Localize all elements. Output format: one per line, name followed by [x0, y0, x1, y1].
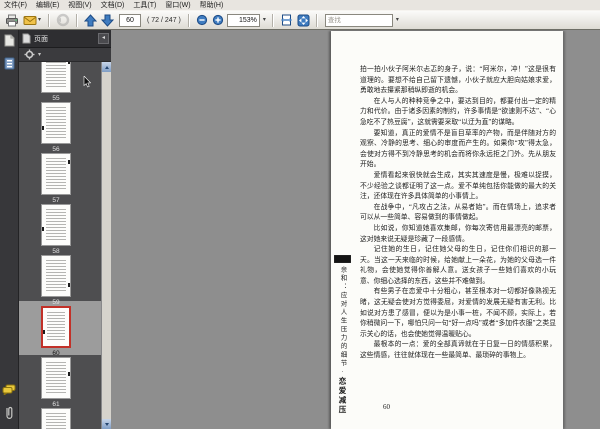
- find-input[interactable]: [324, 13, 393, 27]
- thumbnail-label: 56: [52, 146, 60, 153]
- zoom-level-value: 153%: [238, 16, 257, 24]
- toolbar-separator: [315, 13, 318, 27]
- chapter-margin-tab: 亲和：应对人生压力的细节·恋爱减压: [334, 255, 351, 429]
- thumbnail-list: 55 56 57 58 59 60 61: [19, 62, 111, 429]
- page-thumbnail[interactable]: [41, 204, 71, 246]
- zoom-out-button[interactable]: [195, 12, 209, 28]
- zoom-out-icon: [196, 14, 208, 26]
- toolbar-separator: [187, 13, 190, 27]
- page-thumbnail[interactable]: [41, 357, 71, 399]
- pages-panel-header: 页面 ◂: [19, 30, 111, 48]
- chapter-tab-box: [334, 255, 351, 263]
- scroll-up-button[interactable]: [102, 62, 111, 72]
- pages-panel: 页面 ◂ ▾ 55 56 57 58 59 60 61: [19, 30, 111, 429]
- zoom-level-field[interactable]: 153%: [226, 13, 260, 27]
- toolbar-separator: [48, 13, 51, 27]
- zoom-in-icon: [212, 14, 224, 26]
- thumbnail-label: 55: [52, 95, 60, 102]
- paragraph: 爱情看起来很快就会生成，其实其速度是慢，极难以捉摸，不少经验之谈都证明了这一点。…: [360, 171, 556, 201]
- pdf-page: 亲和：应对人生压力的细节·恋爱减压 拍一拍小伙子阿米尔忐忑的身子，说：“阿米尔，…: [331, 31, 563, 429]
- nav-pane-strip: [0, 30, 19, 429]
- menu-help[interactable]: 帮助(H): [200, 0, 224, 10]
- chapter-tab-text: 亲和：应对人生压力的细节·恋爱减压: [338, 266, 347, 415]
- thumbnail-label: 61: [52, 401, 60, 408]
- pages-panel-options-bar: ▾: [19, 48, 111, 62]
- page-icon: [22, 33, 31, 44]
- attachments-panel-tab[interactable]: [2, 406, 16, 420]
- paragraph: 拍一拍小伙子阿米尔忐忑的身子，说：“阿米尔，冲！”这是很有道理的。要想不给自己留…: [360, 66, 556, 95]
- email-button[interactable]: ▾: [22, 12, 43, 28]
- fit-page-icon: [297, 14, 310, 27]
- menu-window[interactable]: 窗口(W): [165, 0, 190, 10]
- page-number: 60: [383, 403, 390, 411]
- arrow-up-icon: [84, 13, 98, 27]
- comments-panel-tab[interactable]: [2, 382, 16, 396]
- thumbnail-label-current: 60: [52, 350, 60, 357]
- thumbnail-label: 59: [52, 299, 60, 306]
- page-number-input[interactable]: [119, 13, 142, 27]
- menu-tools[interactable]: 工具(T): [133, 0, 156, 10]
- fit-width-button[interactable]: [279, 12, 294, 28]
- zoom-dropdown-caret[interactable]: ▾: [262, 17, 267, 23]
- page-count-label: ( 72 / 247 ): [147, 16, 181, 24]
- page-thumbnail[interactable]: [41, 62, 71, 93]
- zoom-in-button[interactable]: [211, 12, 225, 28]
- bookmark-icon: [4, 57, 14, 69]
- options-dropdown-caret[interactable]: ▾: [37, 52, 42, 58]
- page-thumbnail[interactable]: [41, 153, 71, 195]
- menu-bar: 文件(F) 编辑(E) 视图(V) 文档(D) 工具(T) 窗口(W) 帮助(H…: [0, 0, 600, 11]
- mouse-cursor: [83, 76, 91, 88]
- comments-icon: [2, 384, 16, 395]
- previous-view-button: [55, 12, 71, 28]
- page-thumbnail[interactable]: [41, 255, 71, 297]
- previous-view-icon: [56, 13, 70, 27]
- page-body-text: 拍一拍小伙子阿米尔忐忑的身子，说：“阿米尔，冲！”这是很有道理的。要想不给自己留…: [360, 65, 556, 362]
- paperclip-icon: [6, 406, 13, 419]
- paragraph: 要知道，真正的爱情不是盲目草率的产物，而是伴随对方的观察、冷静的思考、细心的审度…: [360, 129, 556, 169]
- previous-page-button[interactable]: [83, 12, 98, 28]
- fit-width-icon: [280, 14, 293, 26]
- thumbnail-scrollbar[interactable]: [101, 62, 111, 429]
- pages-panel-tab[interactable]: [2, 33, 16, 47]
- menu-edit[interactable]: 编辑(E): [36, 0, 59, 10]
- toolbar: ▾ ( 72: [0, 11, 600, 30]
- document-area[interactable]: 亲和：应对人生压力的细节·恋爱减压 拍一拍小伙子阿米尔忐忑的身子，说：“阿米尔，…: [111, 30, 600, 429]
- page-thumbnail[interactable]: [41, 102, 71, 144]
- current-page-thumbnail[interactable]: [41, 306, 71, 348]
- paragraph: 在战争中，“凡攻占之法，从易者始”。而在情场上，追求者可以从一些简单、容易做到的…: [360, 203, 556, 222]
- email-icon: [23, 15, 37, 26]
- toolbar-separator: [271, 13, 274, 27]
- options-gear-icon[interactable]: [24, 49, 35, 60]
- fit-page-button[interactable]: [296, 12, 311, 28]
- pages-panel-title: 页面: [34, 35, 48, 43]
- paragraph: 比如说，你知道她喜欢集邮，你每次寄信用最漂亮的邮票，这对她来说无疑是珍藏了一段感…: [360, 224, 556, 243]
- print-button[interactable]: [4, 12, 20, 28]
- thumbnail-label: 58: [52, 248, 60, 255]
- bookmarks-panel-tab[interactable]: [2, 56, 16, 70]
- collapse-panel-button[interactable]: ◂: [98, 33, 109, 44]
- scroll-down-button[interactable]: [102, 419, 111, 429]
- find-dropdown-caret[interactable]: ▾: [395, 17, 400, 23]
- toolbar-separator: [76, 13, 79, 27]
- page-icon: [4, 34, 14, 46]
- thumbnail-label: 57: [52, 197, 60, 204]
- paragraph: 记住她的生日，记住她父母的生日，记住你们相识的那一天。当这一天来临的时候，给她献…: [360, 246, 556, 285]
- page-thumbnail[interactable]: [41, 408, 71, 429]
- paragraph: 最根本的一点：爱的全部真谛就在于日复一日的情感积累，这些情感，往往就体现在一些最…: [360, 341, 556, 360]
- next-page-button[interactable]: [100, 12, 115, 28]
- email-dropdown-caret[interactable]: ▾: [37, 17, 42, 23]
- paragraph: 在人与人的种种竞争之中，要达到目的，都要付出一定的精力和代价。由于诸多因素的制约…: [360, 97, 556, 126]
- pdf-reader-window: 文件(F) 编辑(E) 视图(V) 文档(D) 工具(T) 窗口(W) 帮助(H…: [0, 0, 600, 429]
- paragraph: 有些男子在恋爱中十分粗心，甚至根本对一切都好像熟视无睹，这无疑会使对方觉得委屈，…: [360, 288, 556, 338]
- menu-view[interactable]: 视图(V): [68, 0, 91, 10]
- menu-file[interactable]: 文件(F): [4, 0, 27, 10]
- arrow-down-icon: [101, 14, 115, 27]
- printer-icon: [5, 14, 19, 27]
- menu-document[interactable]: 文档(D): [101, 0, 125, 10]
